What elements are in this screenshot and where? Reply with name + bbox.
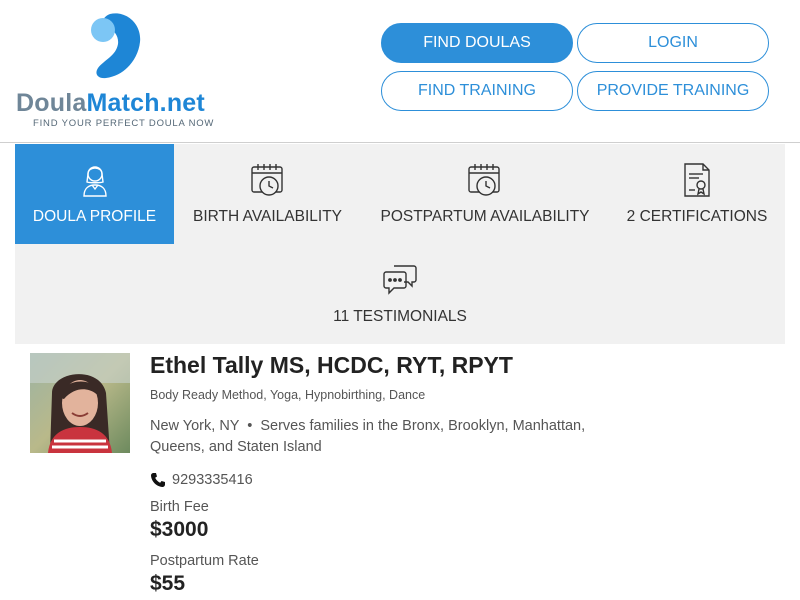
site-header: DoulaMatch.net FIND YOUR PERFECT DOULA N… <box>0 0 800 143</box>
doula-location: New York, NY • Serves families in the Br… <box>150 416 620 458</box>
doula-photo <box>30 353 130 453</box>
doula-methods: Body Ready Method, Yoga, Hypnobirthing, … <box>150 388 426 402</box>
tab-testimonials[interactable]: 11 TESTIMONIALS <box>15 244 785 344</box>
certificate-icon <box>684 163 710 197</box>
tab-doula-profile[interactable]: DOULA PROFILE <box>15 144 174 244</box>
doula-avatar-icon <box>82 166 107 197</box>
doula-phone[interactable]: 9293335416 <box>150 472 253 488</box>
tab-certifications-label: 2 CERTIFICATIONS <box>626 208 768 225</box>
tab-doula-profile-label: DOULA PROFILE <box>32 208 157 225</box>
separator-dot: • <box>247 418 253 434</box>
tab-postpartum-availability[interactable]: POSTPARTUM AVAILABILITY <box>361 144 609 244</box>
chat-bubbles-icon <box>383 265 417 295</box>
tab-birth-availability-label: BIRTH AVAILABILITY <box>192 208 343 225</box>
postpartum-rate-value: $55 <box>150 572 186 595</box>
phone-icon <box>151 473 165 487</box>
postpartum-rate-label: Postpartum Rate <box>150 553 259 569</box>
tab-birth-availability[interactable]: BIRTH AVAILABILITY <box>174 144 361 244</box>
doula-portrait-image <box>30 353 130 453</box>
tab-testimonials-label: 11 TESTIMONIALS <box>333 308 467 325</box>
find-doulas-button[interactable]: FIND DOULAS <box>381 23 573 63</box>
calendar-clock-icon <box>468 164 500 196</box>
logo-word-part2: Match.net <box>86 89 205 117</box>
site-logo[interactable]: DoulaMatch.net FIND YOUR PERFECT DOULA N… <box>16 12 236 134</box>
tab-certifications[interactable]: 2 CERTIFICATIONS <box>609 144 785 244</box>
find-training-button[interactable]: FIND TRAINING <box>381 71 573 111</box>
phone-number[interactable]: 9293335416 <box>172 472 253 488</box>
logo-word-part1: Doula <box>16 89 87 117</box>
profile-tabs: DOULA PROFILE BIRTH AVAILABILITY POSTPAR… <box>15 144 785 344</box>
tab-postpartum-availability-label: POSTPARTUM AVAILABILITY <box>380 208 590 225</box>
calendar-clock-icon <box>250 164 283 196</box>
login-button[interactable]: LOGIN <box>577 23 769 63</box>
doula-name: Ethel Tally MS, HCDC, RYT, RPYT <box>150 352 513 378</box>
logo-mark-icon <box>91 13 141 79</box>
logo-tagline: FIND YOUR PERFECT DOULA NOW <box>33 118 215 129</box>
birth-fee-value: $3000 <box>150 518 209 541</box>
provide-training-button[interactable]: PROVIDE TRAINING <box>577 71 769 111</box>
logo-wordmark: DoulaMatch.net <box>16 89 205 118</box>
birth-fee-label: Birth Fee <box>150 499 209 515</box>
doula-city: New York, NY <box>150 418 240 434</box>
